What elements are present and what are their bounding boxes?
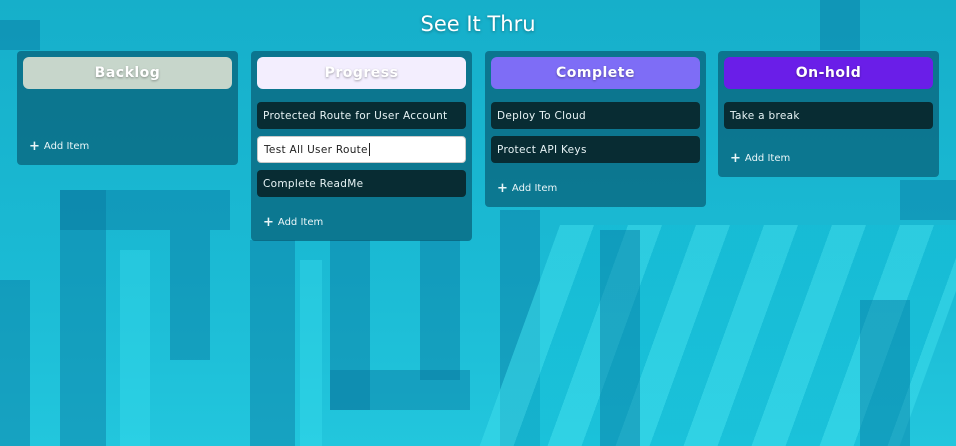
column-header-on-hold[interactable]: On-hold — [724, 57, 933, 89]
add-item-button[interactable]: + Add Item — [263, 216, 323, 229]
task-card[interactable]: Take a break — [724, 102, 933, 129]
task-card-text: Take a break — [730, 109, 800, 122]
add-item-label: Add Item — [744, 153, 791, 164]
task-card[interactable]: Complete ReadMe — [257, 170, 466, 197]
column-backlog: Backlog + Add Item — [17, 51, 238, 165]
column-header-backlog[interactable]: Backlog — [23, 57, 232, 89]
column-title: Backlog — [94, 65, 161, 81]
task-edit-text: Test All User Route — [264, 143, 368, 156]
column-title: Progress — [324, 65, 399, 81]
add-item-button[interactable]: + Add Item — [497, 182, 557, 195]
task-card[interactable]: Deploy To Cloud — [491, 102, 700, 129]
task-card-text: Complete ReadMe — [263, 177, 364, 190]
task-card-text: Protected Route for User Account — [263, 109, 448, 122]
column-title: On-hold — [795, 65, 862, 81]
add-item-label: Add Item — [43, 141, 90, 152]
task-edit-field[interactable]: Test All User Route — [257, 136, 466, 163]
plus-icon: + — [497, 181, 508, 196]
task-card-text: Deploy To Cloud — [497, 109, 586, 122]
task-card[interactable]: Protected Route for User Account — [257, 102, 466, 129]
add-item-label: Add Item — [277, 217, 324, 228]
column-complete: Complete Deploy To Cloud Protect API Key… — [485, 51, 706, 207]
plus-icon: + — [730, 151, 741, 166]
add-item-label: Add Item — [511, 183, 558, 194]
app-title: See It Thru — [420, 12, 536, 36]
column-progress: Progress Protected Route for User Accoun… — [251, 51, 472, 241]
plus-icon: + — [29, 139, 40, 154]
column-title: Complete — [556, 65, 635, 81]
text-caret — [368, 143, 370, 156]
task-card[interactable]: Protect API Keys — [491, 136, 700, 163]
column-header-progress[interactable]: Progress — [257, 57, 466, 89]
add-item-button[interactable]: + Add Item — [730, 152, 790, 165]
column-header-complete[interactable]: Complete — [491, 57, 700, 89]
add-item-button[interactable]: + Add Item — [29, 140, 89, 153]
plus-icon: + — [263, 215, 274, 230]
column-on-hold: On-hold Take a break + Add Item — [718, 51, 939, 177]
task-card-text: Protect API Keys — [497, 143, 587, 156]
